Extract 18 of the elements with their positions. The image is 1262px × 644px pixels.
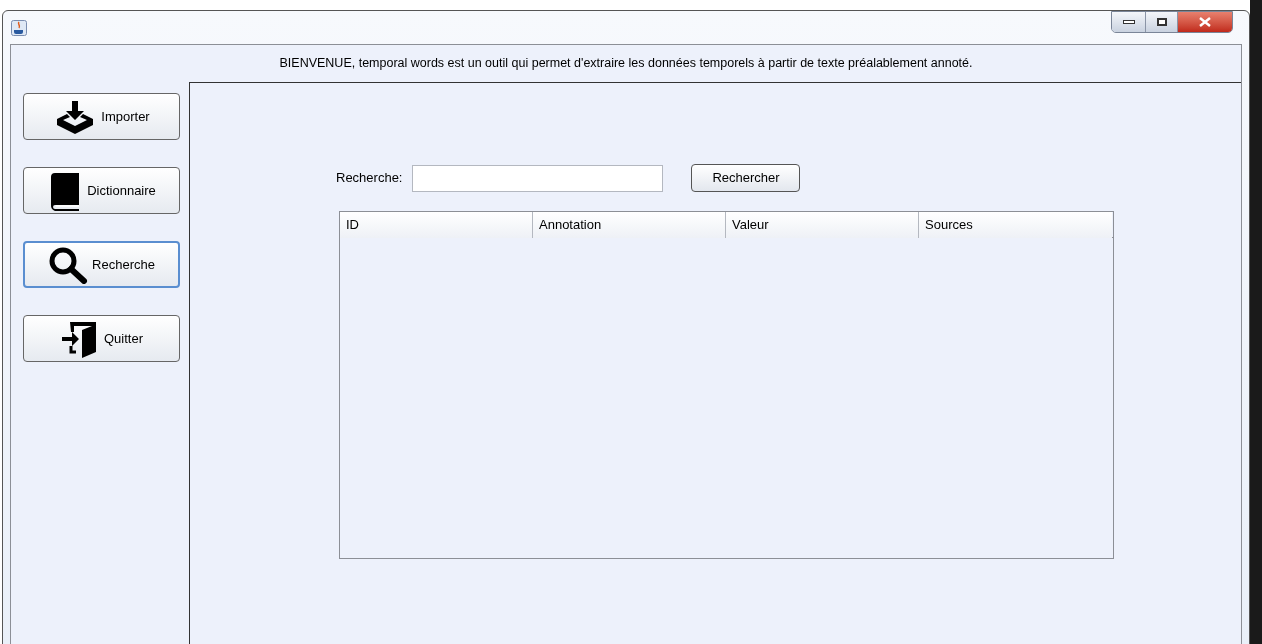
search-field[interactable] (412, 164, 664, 192)
sidebar-button[interactable]: Recherche (23, 241, 180, 288)
search-icon (48, 245, 89, 284)
sidebar-button[interactable]: Quitter (23, 315, 180, 362)
sidebar-button[interactable]: Importer (23, 93, 180, 140)
close-icon (1199, 16, 1211, 27)
welcome-text: BIENVENUE, temporal words est un outil qui permet d'extraire les données temporels à partir de texte préalablement annoté. (279, 55, 973, 73)
column-header[interactable]: ID (340, 212, 533, 238)
sidebar-button[interactable]: Dictionnaire (23, 167, 180, 214)
column-header[interactable]: Valeur (726, 212, 919, 238)
search-label: Recherche: (336, 169, 403, 188)
column-header[interactable]: Sources (919, 212, 1112, 238)
minimize-button[interactable] (1112, 11, 1146, 32)
column-header[interactable]: Annotation (533, 212, 726, 238)
maximize-button[interactable] (1146, 11, 1178, 32)
close-button[interactable] (1178, 11, 1232, 32)
search-button[interactable]: Rechercher (691, 164, 801, 192)
java-cup-icon (11, 19, 27, 36)
